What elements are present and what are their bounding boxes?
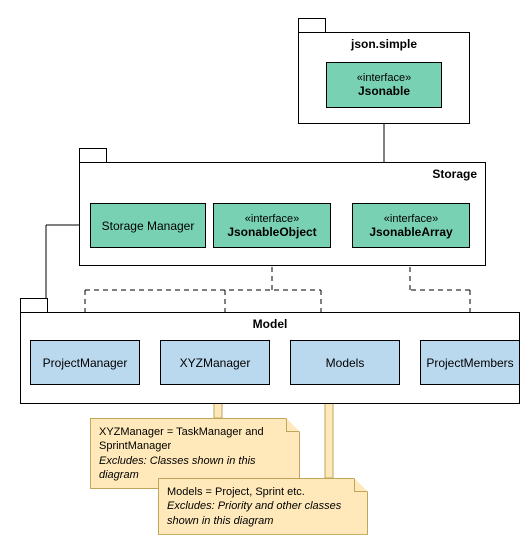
jsonable-object-name: JsonableObject — [227, 225, 316, 239]
pkg-model-tab — [20, 298, 48, 312]
note-models: Models = Project, Sprint etc. Excludes: … — [158, 478, 368, 535]
jsonable-array-name: JsonableArray — [369, 225, 452, 239]
class-jsonable-object: «interface» JsonableObject — [213, 203, 331, 248]
pkg-storage-tab — [79, 148, 107, 162]
project-manager-name: ProjectManager — [43, 356, 128, 370]
pkg-jsonsimple-label: json.simple — [299, 37, 469, 51]
note-xyz-l2: SprintManager — [99, 439, 291, 453]
jsonable-stereo: «interface» — [357, 72, 411, 84]
pkg-jsonsimple-tab — [298, 18, 326, 32]
class-jsonable-array: «interface» JsonableArray — [352, 203, 470, 248]
note-models-l1: Models = Project, Sprint etc. — [167, 485, 359, 499]
note-xyz-excl: Excludes: Classes shown in this diagram — [99, 454, 291, 483]
class-models: Models — [290, 340, 400, 385]
jsonable-object-stereo: «interface» — [245, 213, 299, 225]
pkg-storage-label: Storage — [80, 167, 477, 181]
pkg-model-label: Model — [21, 317, 519, 331]
project-members-name: ProjectMembers — [426, 356, 513, 370]
note-models-ex1: Excludes: Priority and other classes — [167, 499, 359, 513]
models-name: Models — [326, 356, 365, 370]
note-models-ex2: shown in this diagram — [167, 514, 359, 528]
class-project-members: ProjectMembers — [420, 340, 520, 385]
class-storage-manager: Storage Manager — [90, 203, 206, 248]
class-project-manager: ProjectManager — [30, 340, 140, 385]
storage-manager-name: Storage Manager — [102, 219, 195, 233]
jsonable-name: Jsonable — [358, 84, 410, 98]
jsonable-array-stereo: «interface» — [384, 213, 438, 225]
class-xyz-manager: XYZManager — [160, 340, 270, 385]
note-xyz-l1: XYZManager = TaskManager and — [99, 425, 291, 439]
xyz-manager-name: XYZManager — [180, 356, 251, 370]
class-jsonable: «interface» Jsonable — [326, 62, 442, 108]
